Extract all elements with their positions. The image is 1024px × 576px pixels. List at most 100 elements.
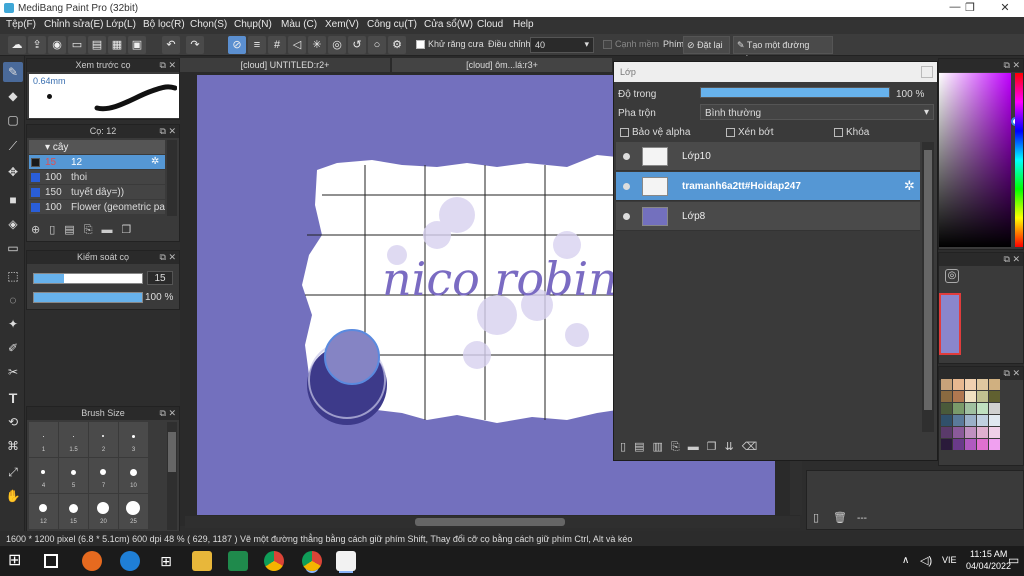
menu-cloud[interactable]: Cloud xyxy=(477,19,503,30)
clip-checkbox[interactable]: Xén bớt xyxy=(726,127,773,138)
panel-controls-icon[interactable]: ⧉ ✕ xyxy=(1004,367,1020,380)
scroll-thumb[interactable] xyxy=(168,432,176,472)
palette-swatch[interactable] xyxy=(965,439,976,450)
operation-tool-icon[interactable]: ⟲ xyxy=(3,412,23,432)
menu-window[interactable]: Cửa sổ(W) xyxy=(424,19,473,30)
tab-untitled[interactable]: [cloud] UNTITLED:r2+ xyxy=(180,58,390,72)
layer-thumbnail[interactable] xyxy=(939,293,961,355)
add-brush-icon[interactable]: ⊕ xyxy=(31,224,49,236)
brush-size-cell[interactable]: 3 xyxy=(119,422,148,457)
layer-window-close[interactable] xyxy=(921,66,933,78)
hue-slider[interactable] xyxy=(1015,73,1023,247)
layout-icon[interactable]: ▣ xyxy=(128,36,146,54)
brush-group[interactable]: ▾ cây xyxy=(29,140,165,154)
page-icon[interactable]: ▤ xyxy=(88,36,106,54)
layer-row[interactable]: Lớp10 xyxy=(616,142,920,171)
palette-swatch[interactable] xyxy=(989,379,1000,390)
tray-chevron-icon[interactable]: ∧ xyxy=(902,555,909,566)
fill-rect-tool-icon[interactable]: ■ xyxy=(3,190,23,210)
eye-icon[interactable] xyxy=(623,153,630,160)
select-pen-tool-icon[interactable]: ✐ xyxy=(3,338,23,358)
palette-swatch[interactable] xyxy=(941,403,952,414)
new-halftone-layer-icon[interactable]: ▤ xyxy=(634,441,652,453)
store-icon[interactable]: ⊞ xyxy=(156,551,176,571)
restore-button[interactable]: ❐ xyxy=(955,1,985,16)
lock-check[interactable] xyxy=(834,127,843,137)
folder-icon[interactable]: ▬ xyxy=(102,224,122,236)
radial-snap-icon[interactable]: ✳ xyxy=(308,36,326,54)
medibang-icon[interactable] xyxy=(336,551,356,571)
bucket-tool-icon[interactable]: ◈ xyxy=(3,214,23,234)
menu-view[interactable]: Xem(V) xyxy=(325,19,359,30)
trash-icon[interactable]: 🗑 xyxy=(833,511,847,524)
protect-alpha-checkbox[interactable]: Bảo vệ alpha xyxy=(620,127,690,138)
curve-snap-icon[interactable]: ↺ xyxy=(348,36,366,54)
layer-row[interactable]: tramanh6a2tt#Hoidap247 ✲ xyxy=(616,172,920,201)
copy-brush-icon[interactable]: ⎘ xyxy=(84,224,102,236)
task-view-icon[interactable] xyxy=(44,554,58,568)
duplicate-icon[interactable]: ❐ xyxy=(122,224,141,236)
text-tool-icon[interactable]: T xyxy=(3,388,23,408)
palette-swatch[interactable] xyxy=(953,439,964,450)
panel-controls-icon[interactable]: ⧉ ✕ xyxy=(160,125,176,138)
brush-item[interactable]: 15 12 ✲ xyxy=(29,155,165,169)
panel-controls-icon[interactable]: ⧉ ✕ xyxy=(160,59,176,72)
duplicate-layer-icon[interactable]: ❐ xyxy=(707,441,725,453)
new-8bit-layer-icon[interactable]: ▥ xyxy=(652,441,670,453)
brush-size-cell[interactable]: 12 xyxy=(29,494,58,529)
panel-controls-icon[interactable]: ⧉ ✕ xyxy=(160,407,176,420)
palette-swatch[interactable] xyxy=(989,427,1000,438)
lasso-tool-icon[interactable]: ◌ xyxy=(3,290,23,310)
palette-swatch[interactable] xyxy=(941,415,952,426)
layer-opacity-slider[interactable] xyxy=(700,87,890,98)
scroll-thumb[interactable] xyxy=(924,150,932,410)
circle-snap-icon[interactable]: ◎ xyxy=(328,36,346,54)
eyedropper-tool-icon[interactable]: ⤢ xyxy=(3,462,23,482)
merge-layer-icon[interactable]: ⇊ xyxy=(725,441,742,453)
straight-line-button[interactable]: ✎ Tạo một đường thẳng xyxy=(733,36,833,66)
move-tool-icon[interactable]: ✥ xyxy=(3,162,23,182)
ring-snap-icon[interactable]: ○ xyxy=(368,36,386,54)
menu-edit[interactable]: Chỉnh sửa(E) xyxy=(44,19,104,30)
folder-icon[interactable]: ▬ xyxy=(688,441,707,453)
opacity-slider[interactable] xyxy=(33,292,143,303)
blend-mode-select[interactable]: Bình thường ▾ xyxy=(700,104,934,120)
palette-swatch[interactable] xyxy=(977,403,988,414)
panel-controls-icon[interactable]: ⧉ ✕ xyxy=(1004,253,1020,266)
scroll-thumb[interactable] xyxy=(415,518,565,526)
volume-icon[interactable]: ◁) xyxy=(920,554,932,567)
menu-color[interactable]: Màu (C) xyxy=(281,19,317,30)
menu-help[interactable]: Help xyxy=(513,19,534,30)
panel-controls-icon[interactable]: ⧉ ✕ xyxy=(1004,59,1020,72)
clock-time[interactable]: 11:15 AM xyxy=(970,549,1007,559)
notification-icon[interactable]: ▭ xyxy=(1008,553,1019,567)
palette-swatch[interactable] xyxy=(989,403,1000,414)
palette-swatch[interactable] xyxy=(941,379,952,390)
close-button[interactable]: ✕ xyxy=(990,1,1020,16)
trash-icon[interactable]: ⌫ xyxy=(742,441,766,453)
select-tool-icon[interactable]: ⬚ xyxy=(3,266,23,286)
brush-item[interactable]: 100 Flower (geometric patt xyxy=(29,200,165,214)
clock-date[interactable]: 04/04/2022 xyxy=(966,561,1011,571)
perspective-snap-icon[interactable]: ◁ xyxy=(288,36,306,54)
brush-item[interactable]: 150 tuyết dây=)) xyxy=(29,185,165,199)
line-tool-icon[interactable]: ⟋ xyxy=(3,136,23,156)
brush-size-cell[interactable]: 4 xyxy=(29,458,58,493)
rectangle-tool-icon[interactable]: ▢ xyxy=(3,110,23,130)
brush-size-cell[interactable]: 2 xyxy=(89,422,118,457)
eye-icon[interactable] xyxy=(623,213,630,220)
eraser-tool-icon[interactable]: ◆ xyxy=(3,86,23,106)
brush-size-cell[interactable]: 1 xyxy=(29,422,58,457)
snap-off-icon[interactable]: ⊘ xyxy=(228,36,246,54)
brush-size-cell[interactable]: 7 xyxy=(89,458,118,493)
layer-row[interactable]: Lớp8 xyxy=(616,202,920,231)
brush-size-cell[interactable]: 25 xyxy=(119,494,148,529)
antialias-checkbox[interactable]: Khử răng cưa xyxy=(416,39,484,50)
panel-controls-icon[interactable]: ⧉ ✕ xyxy=(160,251,176,264)
eye-icon[interactable] xyxy=(623,183,630,190)
brush-size-scrollbar[interactable] xyxy=(167,422,177,530)
palette-swatch[interactable] xyxy=(989,415,1000,426)
reset-button[interactable]: ⊘ Đặt lại xyxy=(683,36,730,54)
menu-file[interactable]: Tệp(F) xyxy=(6,19,36,30)
firefox-icon[interactable] xyxy=(82,551,102,571)
